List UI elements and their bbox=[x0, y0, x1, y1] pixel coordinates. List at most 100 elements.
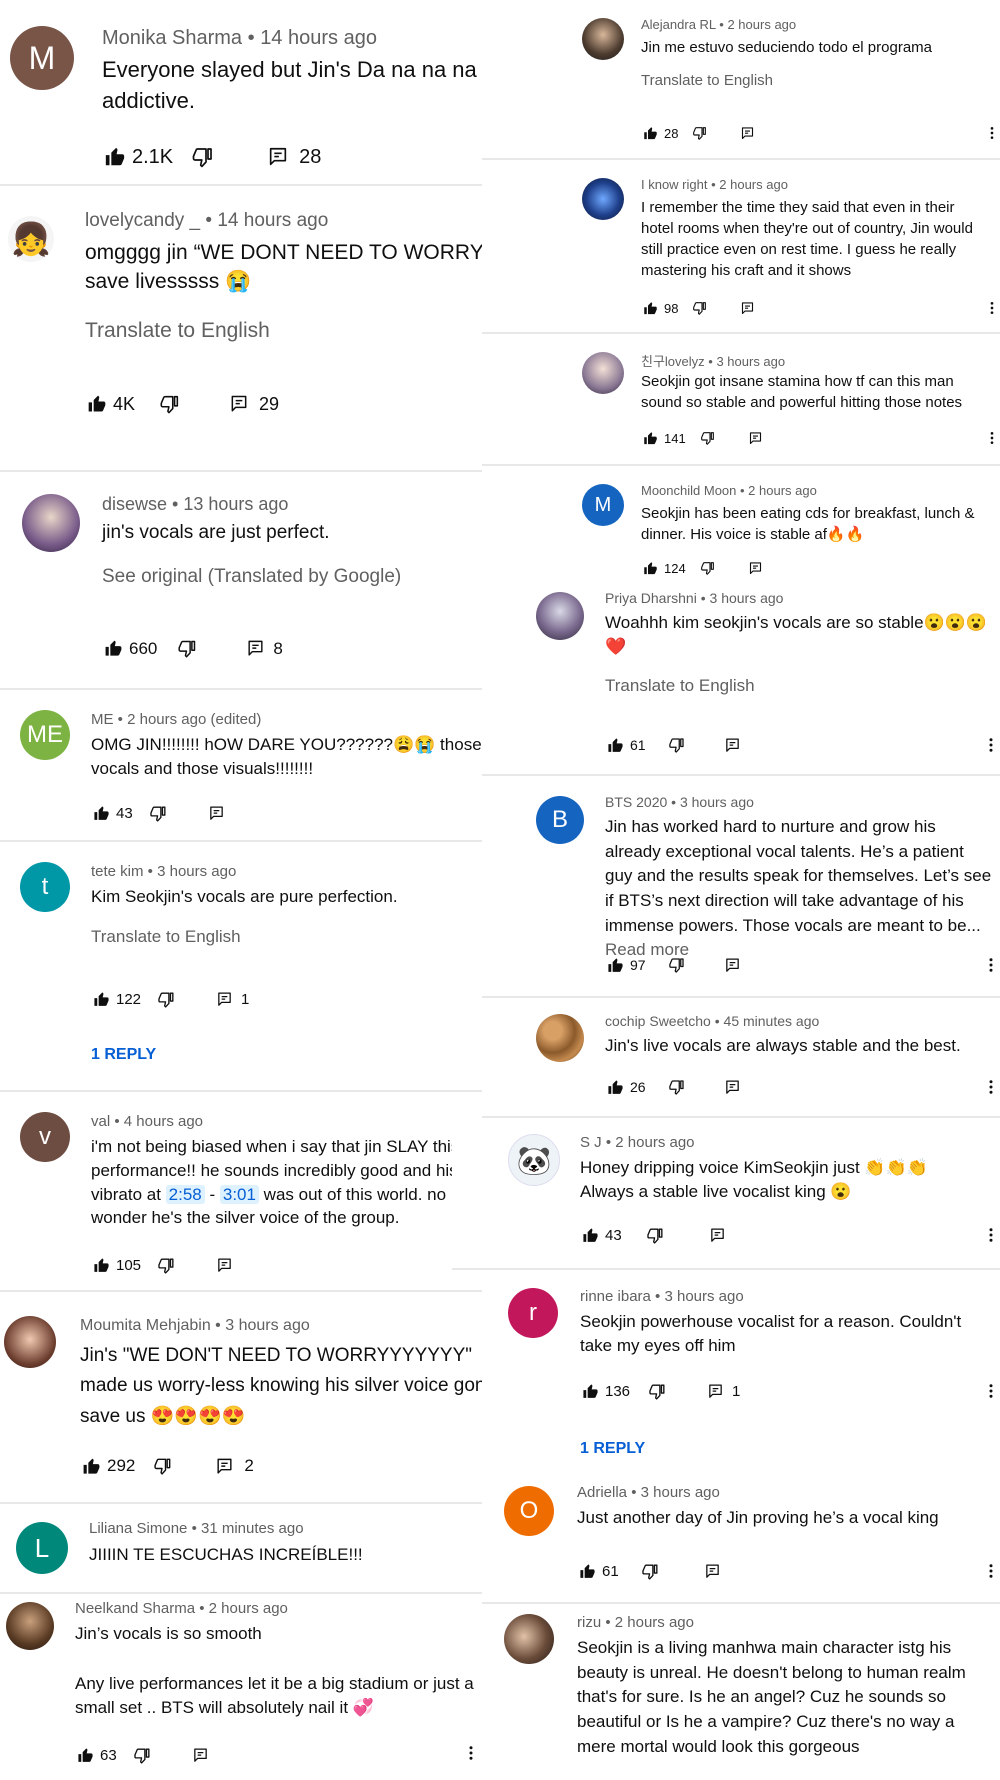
avatar[interactable]: 👧 bbox=[8, 216, 54, 262]
more-vert-icon[interactable] bbox=[982, 1226, 1000, 1244]
author-name[interactable]: Priya Dharshni bbox=[605, 590, 697, 606]
more-vert-icon[interactable] bbox=[462, 1744, 480, 1762]
thumbs-down-icon[interactable] bbox=[692, 125, 708, 141]
author-name[interactable]: 친구lovelyz bbox=[641, 354, 705, 369]
thumbs-down-icon[interactable] bbox=[159, 393, 181, 415]
thumbs-up-icon[interactable] bbox=[104, 146, 126, 168]
thumbs-up-icon[interactable] bbox=[104, 639, 123, 658]
author-name[interactable]: Moumita Mehjabin bbox=[80, 1317, 211, 1334]
reply-icon[interactable] bbox=[215, 1457, 234, 1476]
avatar[interactable]: 🐼 bbox=[508, 1134, 560, 1186]
thumbs-up-icon[interactable] bbox=[607, 1079, 624, 1096]
avatar[interactable]: r bbox=[508, 1288, 558, 1338]
thumbs-down-icon[interactable] bbox=[153, 1456, 173, 1476]
author-name[interactable]: Alejandra RL bbox=[641, 17, 716, 32]
thumbs-up-icon[interactable] bbox=[579, 1563, 596, 1580]
avatar[interactable] bbox=[536, 1014, 584, 1062]
author-name[interactable]: I know right bbox=[641, 177, 707, 192]
reply-icon[interactable] bbox=[267, 146, 289, 168]
avatar[interactable] bbox=[504, 1614, 554, 1664]
author-name[interactable]: cochip Sweetcho bbox=[605, 1013, 711, 1029]
avatar[interactable] bbox=[6, 1602, 54, 1650]
author-name[interactable]: Adriella bbox=[577, 1484, 627, 1501]
timestamp-link[interactable]: 3:01 bbox=[219, 1184, 259, 1204]
reply-icon[interactable] bbox=[724, 737, 741, 754]
thumbs-down-icon[interactable] bbox=[700, 430, 716, 446]
thumbs-up-icon[interactable] bbox=[87, 394, 107, 414]
view-replies-link[interactable]: 1 REPLY bbox=[580, 1440, 645, 1458]
author-name[interactable]: ME bbox=[91, 711, 114, 728]
thumbs-down-icon[interactable] bbox=[157, 990, 176, 1009]
author-name[interactable]: disewse bbox=[102, 494, 167, 514]
thumbs-down-icon[interactable] bbox=[149, 804, 168, 823]
thumbs-down-icon[interactable] bbox=[177, 638, 198, 659]
thumbs-up-icon[interactable] bbox=[82, 1457, 101, 1476]
avatar[interactable] bbox=[582, 18, 624, 60]
thumbs-down-icon[interactable] bbox=[648, 1382, 667, 1401]
avatar[interactable] bbox=[582, 178, 624, 220]
translate-link[interactable]: Translate to English bbox=[85, 319, 270, 343]
see-original-link[interactable]: See original (Translated by Google) bbox=[102, 566, 401, 588]
thumbs-up-icon[interactable] bbox=[582, 1383, 599, 1400]
reply-icon[interactable] bbox=[216, 991, 233, 1008]
avatar[interactable]: O bbox=[504, 1486, 554, 1536]
reply-icon[interactable] bbox=[748, 431, 763, 446]
avatar[interactable] bbox=[582, 352, 624, 394]
avatar[interactable]: v bbox=[20, 1112, 70, 1162]
translate-link[interactable]: Translate to English bbox=[605, 676, 755, 696]
author-name[interactable]: tete kim bbox=[91, 863, 144, 880]
avatar[interactable]: t bbox=[20, 862, 70, 912]
more-vert-icon[interactable] bbox=[982, 1562, 1000, 1580]
thumbs-up-icon[interactable] bbox=[643, 431, 658, 446]
author-name[interactable]: lovelycandy _ bbox=[85, 210, 200, 231]
more-vert-icon[interactable] bbox=[982, 736, 1000, 754]
thumbs-down-icon[interactable] bbox=[700, 560, 716, 576]
more-vert-icon[interactable] bbox=[984, 125, 1000, 141]
thumbs-up-icon[interactable] bbox=[93, 991, 110, 1008]
author-name[interactable]: S J bbox=[580, 1134, 602, 1151]
thumbs-down-icon[interactable] bbox=[133, 1746, 152, 1765]
avatar[interactable]: B bbox=[536, 796, 584, 844]
avatar[interactable]: L bbox=[16, 1522, 68, 1574]
thumbs-up-icon[interactable] bbox=[93, 805, 110, 822]
thumbs-down-icon[interactable] bbox=[668, 736, 686, 754]
reply-icon[interactable] bbox=[709, 1227, 726, 1244]
timestamp-link[interactable]: 2:58 bbox=[165, 1184, 205, 1204]
avatar[interactable] bbox=[4, 1316, 56, 1368]
thumbs-up-icon[interactable] bbox=[643, 301, 658, 316]
thumbs-down-icon[interactable] bbox=[641, 1562, 660, 1581]
reply-icon[interactable] bbox=[704, 1563, 721, 1580]
thumbs-up-icon[interactable] bbox=[607, 957, 624, 974]
thumbs-down-icon[interactable] bbox=[692, 300, 708, 316]
reply-icon[interactable] bbox=[192, 1747, 209, 1764]
reply-icon[interactable] bbox=[748, 561, 763, 576]
translate-link[interactable]: Translate to English bbox=[91, 927, 241, 947]
thumbs-up-icon[interactable] bbox=[77, 1747, 94, 1764]
thumbs-down-icon[interactable] bbox=[668, 1078, 686, 1096]
more-vert-icon[interactable] bbox=[982, 956, 1000, 974]
reply-icon[interactable] bbox=[246, 639, 265, 658]
author-name[interactable]: rinne ibara bbox=[580, 1288, 651, 1305]
thumbs-up-icon[interactable] bbox=[643, 561, 658, 576]
avatar[interactable]: M bbox=[582, 484, 624, 526]
reply-icon[interactable] bbox=[216, 1257, 233, 1274]
avatar[interactable] bbox=[22, 494, 80, 552]
reply-icon[interactable] bbox=[229, 394, 249, 414]
author-name[interactable]: rizu bbox=[577, 1614, 601, 1631]
view-replies-link[interactable]: 1 REPLY bbox=[91, 1046, 156, 1064]
more-vert-icon[interactable] bbox=[984, 430, 1000, 446]
author-name[interactable]: Monika Sharma bbox=[102, 27, 242, 49]
avatar[interactable] bbox=[536, 592, 584, 640]
more-vert-icon[interactable] bbox=[982, 1078, 1000, 1096]
reply-icon[interactable] bbox=[208, 805, 225, 822]
thumbs-up-icon[interactable] bbox=[582, 1227, 599, 1244]
author-name[interactable]: Moonchild Moon bbox=[641, 483, 736, 498]
reply-icon[interactable] bbox=[740, 126, 755, 141]
reply-icon[interactable] bbox=[707, 1383, 724, 1400]
reply-icon[interactable] bbox=[724, 957, 741, 974]
translate-link[interactable]: Translate to English bbox=[641, 72, 773, 89]
thumbs-up-icon[interactable] bbox=[607, 737, 624, 754]
reply-icon[interactable] bbox=[724, 1079, 741, 1096]
avatar[interactable]: M bbox=[10, 26, 74, 90]
reply-icon[interactable] bbox=[740, 301, 755, 316]
